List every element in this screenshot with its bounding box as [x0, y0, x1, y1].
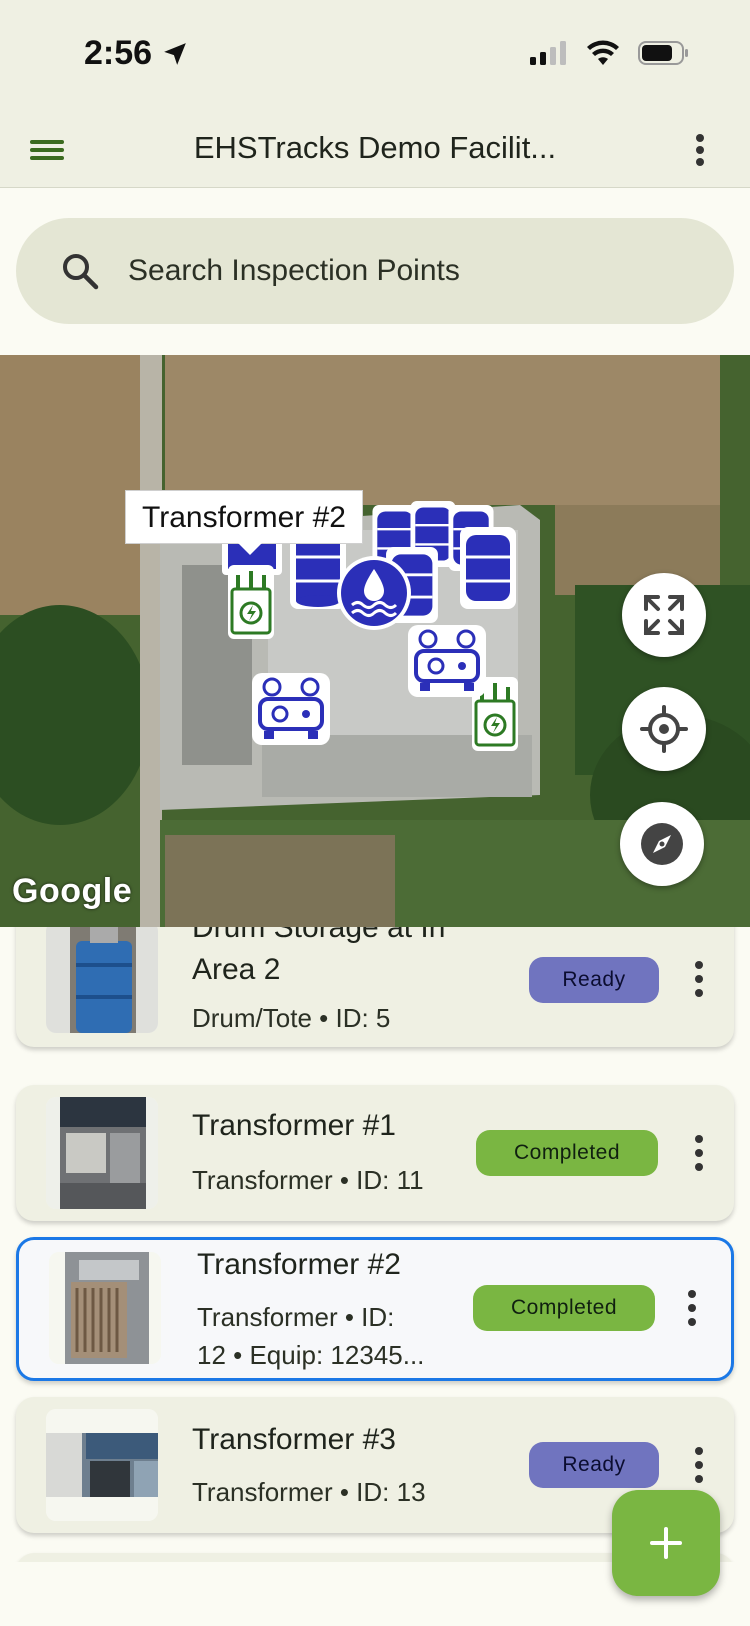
compass-button[interactable]: [620, 802, 704, 886]
plus-icon: [650, 1527, 682, 1559]
search-bar[interactable]: [16, 218, 734, 324]
inspection-photo: [46, 1097, 158, 1209]
water-tank-marker-icon[interactable]: [336, 555, 412, 631]
location-arrow-icon: [164, 42, 186, 65]
status-badge: Completed: [473, 1285, 655, 1331]
list-item-title: Transformer #2: [197, 1248, 401, 1281]
transformer-marker-icon[interactable]: [228, 565, 274, 639]
wifi-icon: [587, 40, 619, 65]
search-input[interactable]: [128, 254, 688, 288]
list-item-subtitle: Transformer • ID: 13: [192, 1477, 426, 1507]
my-location-icon: [640, 705, 688, 753]
map-marker-callout: Transformer #2: [125, 490, 363, 555]
status-time: 2:56: [84, 34, 188, 73]
list-item-subtitle: Transformer • ID: 12 • Equip: 12345...: [197, 1302, 425, 1370]
status-badge: Completed: [476, 1130, 658, 1176]
app-title: EHSTracks Demo Facilit...: [193, 130, 557, 165]
drum-marker-icon[interactable]: [460, 527, 516, 609]
status-badge: Ready: [529, 957, 659, 1003]
cellular-signal-icon: [530, 41, 566, 65]
list-item[interactable]: Transformer #1 Transformer • ID: 11 Comp…: [16, 1085, 734, 1221]
inspection-photo: [46, 1409, 158, 1521]
list-item-selected[interactable]: Transformer #2 Transformer • ID: 12 • Eq…: [16, 1237, 734, 1381]
map-view[interactable]: [0, 355, 750, 927]
list-item-title: Drum Storage at In Area 2: [192, 927, 446, 986]
time-text: 2:56: [84, 34, 153, 72]
more-vert-icon[interactable]: [683, 1288, 701, 1328]
app-bar: EHSTracks Demo Facilit...: [0, 110, 750, 188]
list-item-title: Transformer #1: [192, 1109, 396, 1142]
list-item[interactable]: Drum Storage at In Area 2 Drum/Tote • ID…: [16, 927, 734, 1047]
list-item-subtitle: Drum/Tote • ID: 5: [192, 1003, 391, 1033]
list-item-title: Transformer #3: [192, 1423, 396, 1456]
status-bar: 2:56: [0, 0, 750, 110]
google-attribution: Google: [12, 872, 133, 910]
more-vert-icon[interactable]: [688, 130, 712, 170]
status-icons: [528, 40, 690, 66]
compass-icon: [641, 823, 683, 865]
inspection-photo: [49, 1252, 161, 1364]
more-vert-icon[interactable]: [690, 959, 708, 999]
list-item-subtitle: Transformer • ID: 11: [192, 1165, 424, 1195]
add-inspection-point-button[interactable]: [612, 1490, 720, 1596]
more-vert-icon[interactable]: [690, 1445, 708, 1485]
inspection-photo: [46, 927, 158, 1033]
status-badge: Ready: [529, 1442, 659, 1488]
more-vert-icon[interactable]: [690, 1133, 708, 1173]
fullscreen-button[interactable]: [622, 573, 706, 657]
compressor-marker-icon[interactable]: [252, 673, 330, 745]
my-location-button[interactable]: [622, 687, 706, 771]
hamburger-menu-icon[interactable]: [26, 130, 70, 170]
compressor-marker-icon[interactable]: [408, 625, 486, 697]
search-icon: [63, 254, 99, 290]
fullscreen-icon: [644, 595, 684, 635]
battery-icon: [638, 41, 688, 65]
inspection-points-list[interactable]: Drum Storage at In Area 2 Drum/Tote • ID…: [0, 927, 750, 1562]
